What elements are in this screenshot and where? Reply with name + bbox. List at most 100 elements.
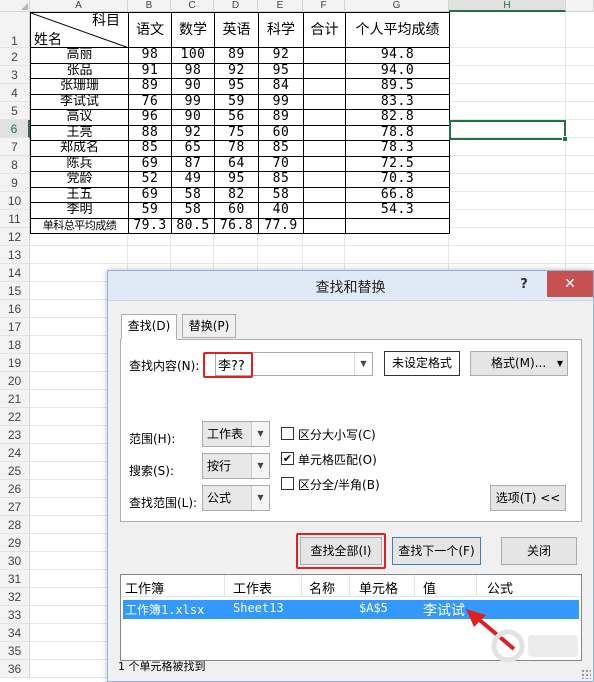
row-header-1[interactable]: 1 <box>0 12 30 48</box>
col-header-e[interactable]: E <box>258 0 303 12</box>
score-cell[interactable]: 52 <box>128 171 172 188</box>
score-cell[interactable]: 95 <box>214 78 259 95</box>
score-cell[interactable]: 99 <box>171 93 215 110</box>
chevron-down-icon[interactable]: ▼ <box>251 486 269 510</box>
score-cell[interactable]: 91 <box>128 62 172 79</box>
row-header-23[interactable]: 23 <box>0 426 30 444</box>
header-cell-math[interactable]: 数学 <box>171 12 215 48</box>
column-divider[interactable] <box>301 575 302 597</box>
name-cell[interactable]: 王亮 <box>30 124 129 141</box>
format-button[interactable]: 格式(M)... ▼ <box>470 351 568 376</box>
name-cell[interactable]: 郑成名 <box>30 140 129 157</box>
search-order-select[interactable]: 按行 ▼ <box>202 453 270 479</box>
score-cell[interactable]: 59 <box>128 202 172 219</box>
col-header-d[interactable]: D <box>214 0 258 12</box>
score-cell[interactable]: 95 <box>258 62 304 79</box>
close-button[interactable]: 关闭 <box>501 537 577 565</box>
summary-cell[interactable] <box>303 217 346 234</box>
column-divider[interactable] <box>349 575 350 597</box>
name-cell[interactable]: 李明 <box>30 202 129 219</box>
col-formula[interactable]: 公式 <box>487 578 513 597</box>
total-cell[interactable] <box>303 47 346 64</box>
row-header-27[interactable]: 27 <box>0 498 30 516</box>
score-cell[interactable]: 58 <box>171 202 215 219</box>
score-cell[interactable]: 100 <box>171 47 215 64</box>
total-cell[interactable] <box>303 140 346 157</box>
summary-cell[interactable] <box>345 217 450 234</box>
average-cell[interactable]: 89.5 <box>345 78 450 95</box>
total-cell[interactable] <box>303 171 346 188</box>
row-header-17[interactable]: 17 <box>0 318 30 336</box>
score-cell[interactable]: 98 <box>171 62 215 79</box>
col-header-f[interactable]: F <box>303 0 345 12</box>
score-cell[interactable]: 99 <box>258 93 304 110</box>
score-cell[interactable]: 96 <box>128 109 172 126</box>
row-header-12[interactable]: 12 <box>0 228 30 246</box>
score-cell[interactable]: 56 <box>214 109 259 126</box>
row-header-9[interactable]: 9 <box>0 174 30 192</box>
score-cell[interactable]: 65 <box>171 140 215 157</box>
total-cell[interactable] <box>303 186 346 203</box>
score-cell[interactable]: 69 <box>128 155 172 172</box>
column-divider[interactable] <box>476 575 477 597</box>
score-cell[interactable]: 85 <box>258 140 304 157</box>
find-next-button[interactable]: 查找下一个(F) <box>392 537 481 565</box>
score-cell[interactable]: 88 <box>128 124 172 141</box>
row-header-36[interactable]: 36 <box>0 660 30 678</box>
row-header-21[interactable]: 21 <box>0 390 30 408</box>
col-header-i[interactable] <box>566 0 594 12</box>
score-cell[interactable]: 89 <box>258 109 304 126</box>
score-cell[interactable]: 85 <box>258 171 304 188</box>
row-header-16[interactable]: 16 <box>0 300 30 318</box>
match-cell-checkbox[interactable]: ✔ <box>281 452 294 465</box>
tab-find[interactable]: 查找(D) <box>121 314 177 340</box>
score-cell[interactable]: 92 <box>171 124 215 141</box>
column-divider[interactable] <box>414 575 415 597</box>
average-cell[interactable]: 94.8 <box>345 47 450 64</box>
summary-cell[interactable]: 80.5 <box>171 217 215 234</box>
row-header-22[interactable]: 22 <box>0 408 30 426</box>
score-cell[interactable]: 64 <box>214 155 259 172</box>
col-name[interactable]: 名称 <box>309 578 335 597</box>
header-cell-english[interactable]: 英语 <box>214 12 259 48</box>
scope-select[interactable]: 工作表 ▼ <box>202 421 270 447</box>
name-cell[interactable]: 李试试 <box>30 93 129 110</box>
col-header-b[interactable]: B <box>128 0 171 12</box>
tab-replace[interactable]: 替换(P) <box>182 314 236 338</box>
col-header-h[interactable]: H <box>449 0 566 12</box>
col-header-c[interactable]: C <box>171 0 214 12</box>
average-cell[interactable]: 78.3 <box>345 140 450 157</box>
row-header-26[interactable]: 26 <box>0 480 30 498</box>
score-cell[interactable]: 89 <box>128 78 172 95</box>
total-cell[interactable] <box>303 78 346 95</box>
score-cell[interactable]: 89 <box>214 47 259 64</box>
header-cell-science[interactable]: 科学 <box>258 12 304 48</box>
score-cell[interactable]: 90 <box>171 78 215 95</box>
average-cell[interactable]: 54.3 <box>345 202 450 219</box>
col-worksheet[interactable]: 工作表 <box>233 578 272 597</box>
score-cell[interactable]: 85 <box>128 140 172 157</box>
total-cell[interactable] <box>303 155 346 172</box>
average-cell[interactable]: 82.8 <box>345 109 450 126</box>
row-header-10[interactable]: 10 <box>0 192 30 210</box>
row-header-25[interactable]: 25 <box>0 462 30 480</box>
row-header-14[interactable]: 14 <box>0 264 30 282</box>
row-header-32[interactable]: 32 <box>0 588 30 606</box>
fill-handle[interactable] <box>562 136 568 142</box>
match-width-checkbox[interactable] <box>281 477 294 490</box>
chevron-down-icon[interactable]: ▼ <box>251 454 269 478</box>
score-cell[interactable]: 98 <box>128 47 172 64</box>
summary-label-cell[interactable]: 单科总平均成绩 <box>30 217 129 234</box>
col-header-g[interactable]: G <box>345 0 449 12</box>
score-cell[interactable]: 49 <box>171 171 215 188</box>
total-cell[interactable] <box>303 202 346 219</box>
row-header-34[interactable]: 34 <box>0 624 30 642</box>
score-cell[interactable]: 60 <box>258 124 304 141</box>
options-button[interactable]: 选项(T) << <box>490 485 566 511</box>
row-header-24[interactable]: 24 <box>0 444 30 462</box>
row-header-5[interactable]: 5 <box>0 102 30 120</box>
row-header-20[interactable]: 20 <box>0 372 30 390</box>
match-case-checkbox[interactable] <box>281 427 294 440</box>
close-icon[interactable]: ✕ <box>547 271 593 297</box>
score-cell[interactable]: 58 <box>171 186 215 203</box>
